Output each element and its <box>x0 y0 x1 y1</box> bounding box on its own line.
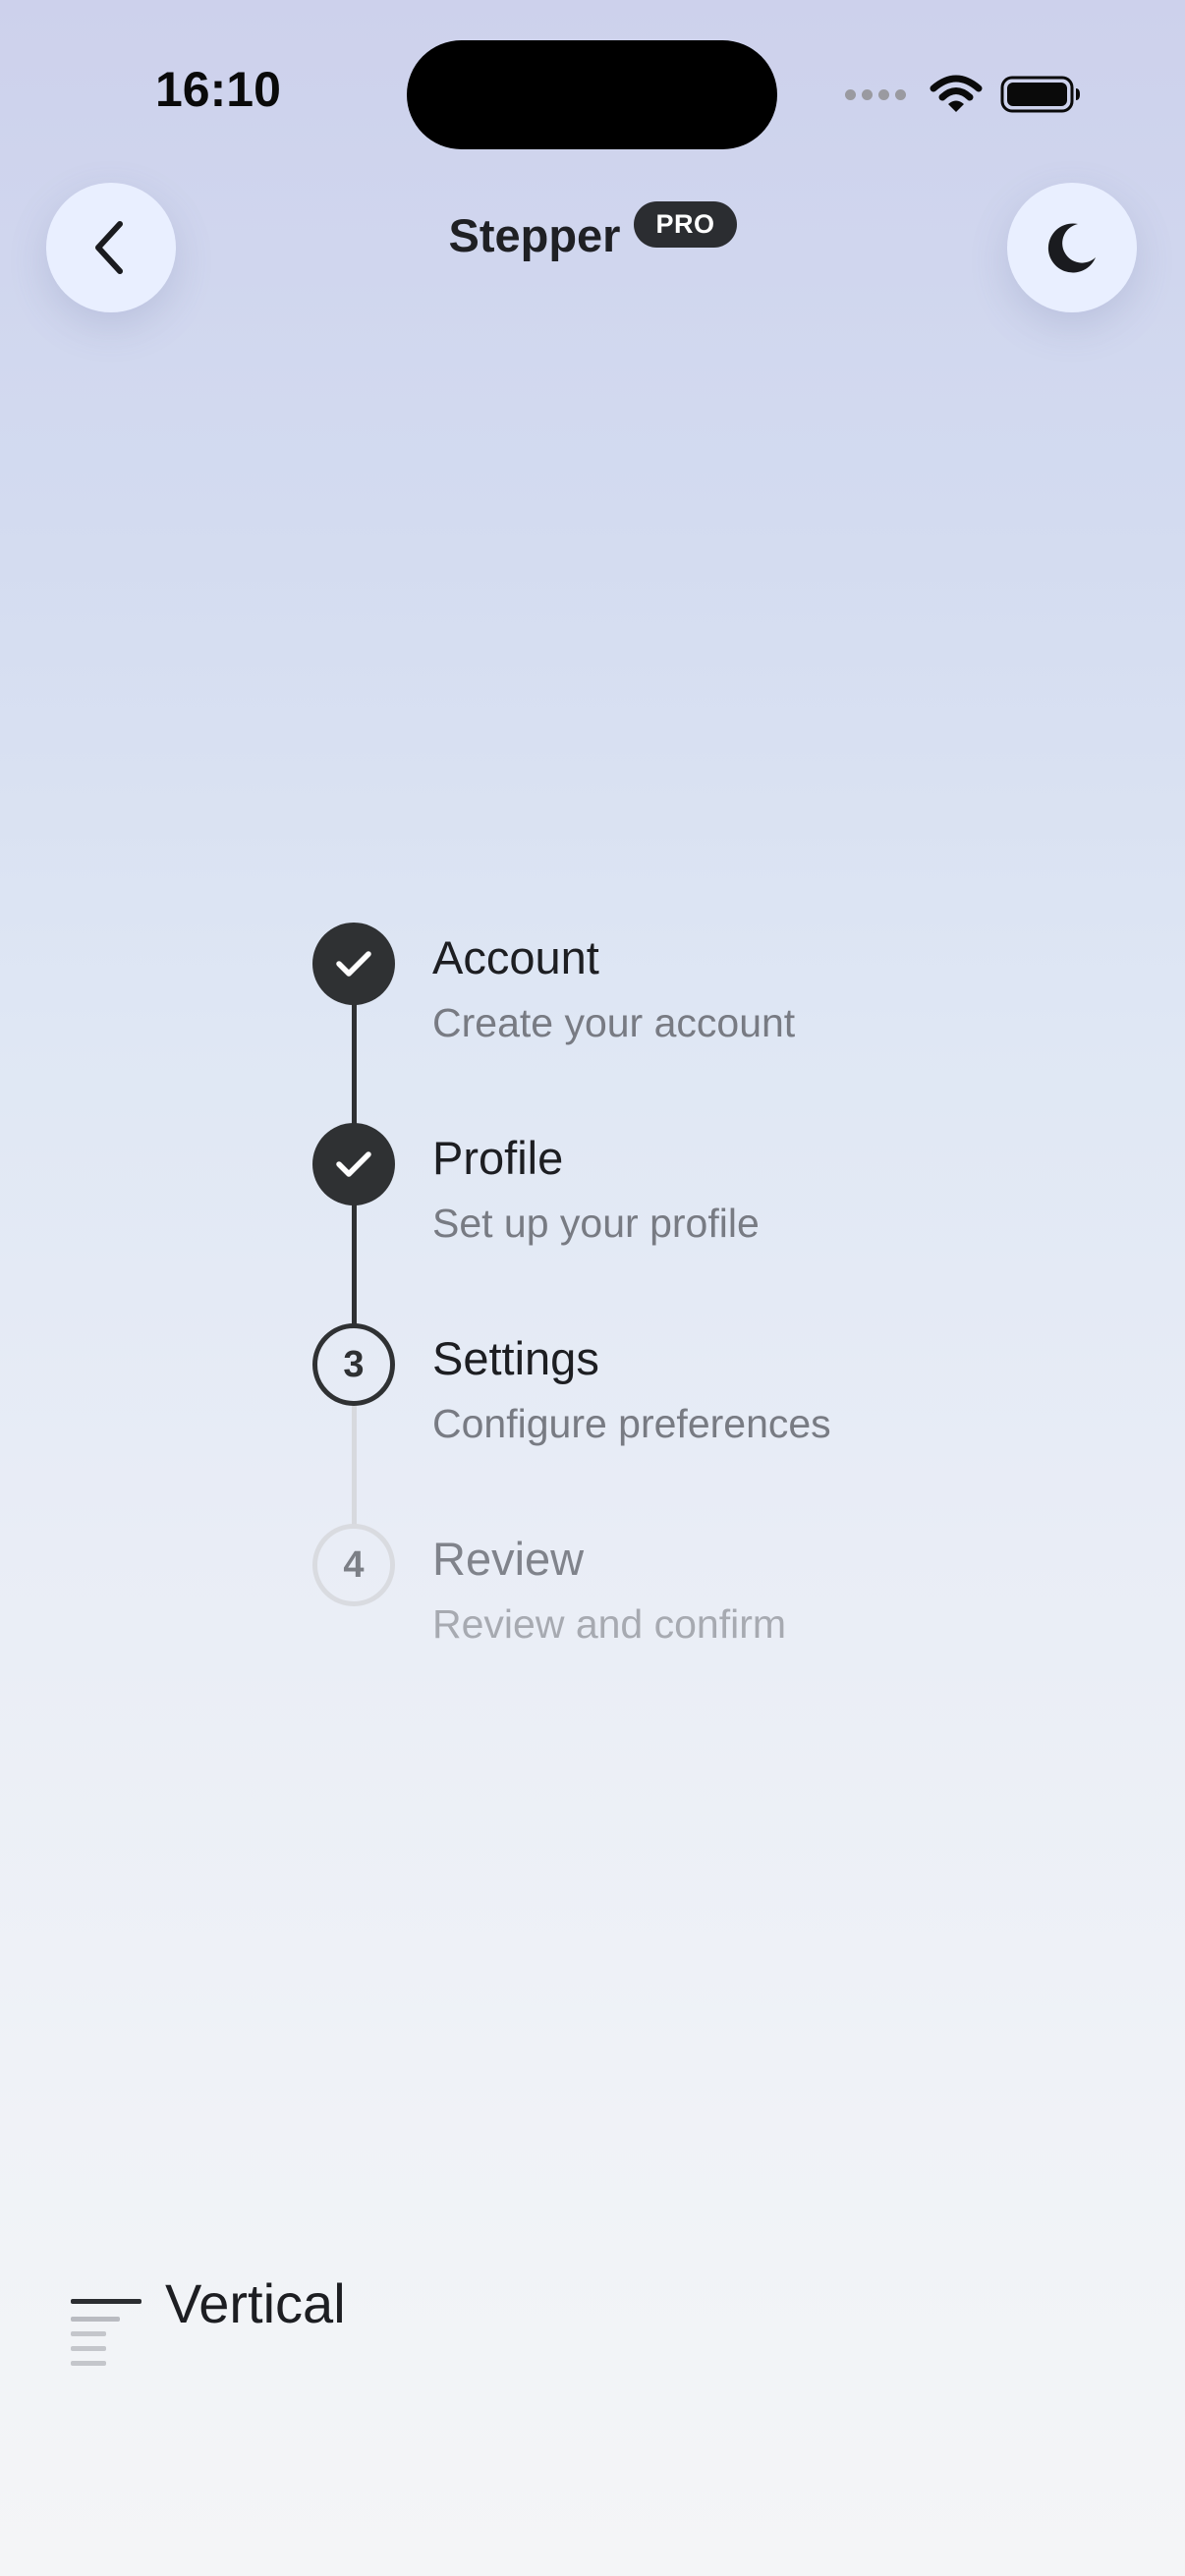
pro-badge: PRO <box>634 201 737 248</box>
status-time: 16:10 <box>155 62 281 117</box>
step-title: Profile <box>432 1132 564 1184</box>
step-settings[interactable]: 3 Settings Configure preferences <box>312 1323 1000 1524</box>
step-profile[interactable]: Profile Set up your profile <box>312 1123 1000 1323</box>
battery-icon <box>1000 76 1080 113</box>
dynamic-island <box>407 40 777 149</box>
check-icon <box>336 1151 371 1177</box>
step-title: Review <box>432 1533 585 1585</box>
step-marker <box>312 1123 395 1205</box>
step-review[interactable]: 4 Review Review and confirm <box>312 1524 1000 1724</box>
vertical-layout-icon <box>69 2299 143 2387</box>
theme-toggle-button[interactable] <box>1007 183 1137 312</box>
step-marker: 3 <box>312 1323 395 1406</box>
step-subtitle: Review and confirm <box>432 1601 787 1647</box>
page-title: Stepper <box>448 209 621 261</box>
step-subtitle: Set up your profile <box>432 1201 760 1246</box>
step-title: Settings <box>432 1332 599 1384</box>
moon-icon <box>1047 223 1096 273</box>
step-subtitle: Create your account <box>432 1000 796 1045</box>
step-account[interactable]: Account Create your account <box>312 923 1000 1123</box>
step-subtitle: Configure preferences <box>432 1401 831 1446</box>
signal-dots-icon <box>845 88 906 100</box>
status-icons <box>845 75 1081 114</box>
step-marker <box>312 923 395 1005</box>
variant-label: Vertical <box>165 2272 346 2334</box>
wifi-icon <box>930 75 983 112</box>
step-marker: 4 <box>312 1524 395 1606</box>
step-title: Account <box>432 931 599 983</box>
check-icon <box>336 951 371 977</box>
variant-selector[interactable]: Vertical <box>69 2271 346 2387</box>
